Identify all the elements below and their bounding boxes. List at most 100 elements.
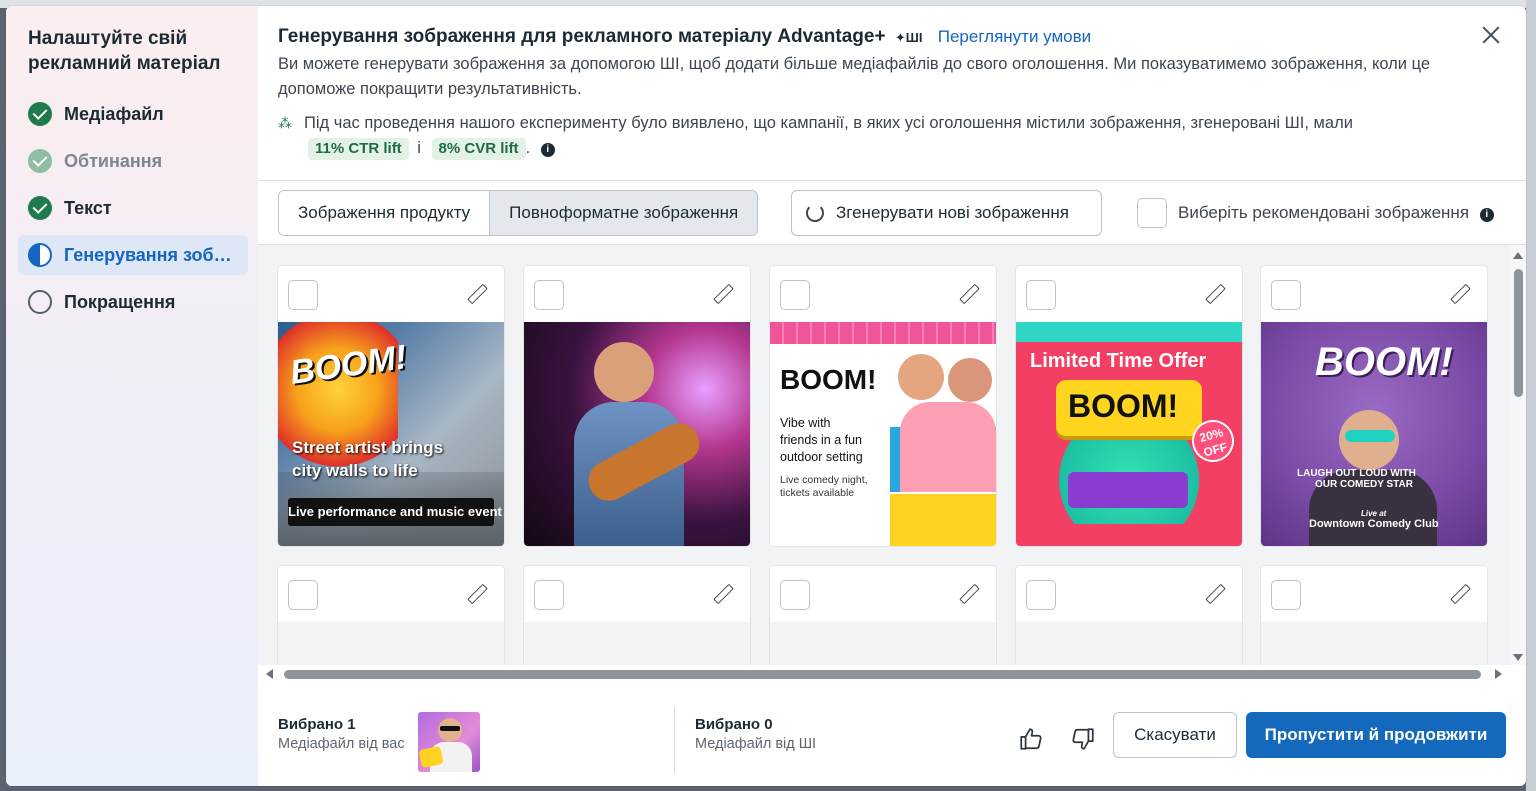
- step-generate-image[interactable]: Генерування зоб…: [18, 235, 248, 275]
- scroll-down-icon[interactable]: [1513, 654, 1523, 661]
- select-checkbox[interactable]: [780, 580, 810, 610]
- conjunction: і: [417, 139, 421, 157]
- empty-circle-icon: [28, 290, 52, 314]
- selected-own-title: Вибрано 1: [278, 716, 356, 733]
- description: Ви можете генерувати зображення за допом…: [278, 55, 1431, 98]
- experiment-text: Під час проведення нашого експерименту б…: [304, 114, 1353, 132]
- image-card[interactable]: [524, 566, 750, 665]
- cancel-button[interactable]: Скасувати: [1113, 712, 1237, 758]
- tab-product-image[interactable]: Зображення продукту: [279, 191, 490, 235]
- generate-new-images-button[interactable]: Згенерувати нові зображення: [791, 190, 1102, 236]
- main-panel: Генерування зображення для рекламного ма…: [258, 6, 1526, 786]
- skip-and-continue-button[interactable]: Пропустити й продовжити: [1246, 712, 1506, 758]
- info-icon[interactable]: i: [1479, 208, 1494, 222]
- image-headline: BOOM!: [780, 364, 877, 395]
- card-header: [770, 266, 996, 322]
- pencil-icon[interactable]: [712, 584, 732, 604]
- pencil-icon[interactable]: [466, 584, 486, 604]
- image-placeholder: [1261, 622, 1487, 665]
- horizontal-scrollbar[interactable]: [264, 667, 1504, 681]
- select-checkbox[interactable]: [1271, 580, 1301, 610]
- thumbs-up-icon[interactable]: [1018, 726, 1044, 752]
- info-icon[interactable]: i: [540, 143, 555, 157]
- pencil-icon[interactable]: [958, 284, 978, 304]
- ai-mark-label: ШІ: [905, 30, 923, 45]
- pencil-icon[interactable]: [1204, 584, 1224, 604]
- modal-dialog: Налаштуйте свій рекламний матеріал Медіа…: [6, 6, 1526, 786]
- card-header: [1016, 566, 1242, 622]
- scroll-right-icon[interactable]: [1495, 669, 1502, 679]
- scroll-up-icon[interactable]: [1513, 252, 1523, 259]
- yellow-block: [890, 494, 996, 546]
- pencil-icon[interactable]: [466, 284, 486, 304]
- experiment-note: ⁂ Під час проведення нашого експерименту …: [278, 111, 1478, 161]
- footer: Вибрано 1 Медіафайл від вас Вибрано 0 Ме…: [258, 686, 1526, 786]
- selected-ai-summary: Вибрано 0 Медіафайл від ШІ: [695, 716, 816, 752]
- step-enhance[interactable]: Покращення: [18, 282, 248, 322]
- step-label: Медіафайл: [64, 103, 164, 124]
- pencil-icon[interactable]: [1449, 284, 1469, 304]
- step-label: Покращення: [64, 291, 176, 312]
- card-header: [1261, 266, 1487, 322]
- recommended-label: Виберіть рекомендовані зображення i: [1178, 203, 1494, 223]
- divider: [674, 708, 675, 772]
- ctr-lift-badge: 11% CTR lift: [308, 138, 409, 160]
- people-bodies: [900, 402, 996, 492]
- image-card[interactable]: BOOM! LAUGH OUT LOUD WITH OUR COMEDY STA…: [1261, 266, 1487, 546]
- select-checkbox[interactable]: [1026, 580, 1056, 610]
- view-terms-link[interactable]: Переглянути умови: [938, 27, 1091, 46]
- image-text: Street artist brings: [292, 438, 444, 457]
- image-card[interactable]: [1016, 566, 1242, 665]
- pencil-icon[interactable]: [712, 284, 732, 304]
- image-text: Vibe with: [780, 416, 831, 430]
- recommended-checkbox[interactable]: [1137, 198, 1167, 228]
- vertical-scrollbar[interactable]: [1510, 245, 1526, 665]
- image-placeholder: [770, 622, 996, 665]
- selected-own-summary: Вибрано 1 Медіафайл від вас: [278, 716, 405, 752]
- select-checkbox[interactable]: [534, 580, 564, 610]
- scroll-thumb[interactable]: [1514, 269, 1523, 397]
- pencil-icon[interactable]: [1449, 584, 1469, 604]
- image-card[interactable]: [278, 566, 504, 665]
- image-card[interactable]: BOOM! Street artist brings city walls to…: [278, 266, 504, 546]
- close-icon[interactable]: [1480, 24, 1502, 46]
- image-card[interactable]: [770, 566, 996, 665]
- image-card[interactable]: [1261, 566, 1487, 665]
- select-checkbox[interactable]: [288, 280, 318, 310]
- step-crop[interactable]: Обтинання: [18, 141, 248, 181]
- thumbs-down-icon[interactable]: [1070, 726, 1096, 752]
- image-text: city walls to life: [292, 461, 418, 480]
- image-card[interactable]: Limited Time Offer BOOM! 20% OFF: [1016, 266, 1242, 546]
- select-checkbox[interactable]: [1026, 280, 1056, 310]
- image-card[interactable]: [524, 266, 750, 546]
- scroll-left-icon[interactable]: [266, 669, 273, 679]
- selected-ai-sub: Медіафайл від ШІ: [695, 736, 817, 752]
- image-text: outdoor setting: [780, 450, 863, 464]
- image-text: LAUGH OUT LOUD WITH: [1297, 468, 1416, 479]
- image-card[interactable]: BOOM! Vibe with friends in a fun outdoor…: [770, 266, 996, 546]
- tab-full-format-image[interactable]: Повноформатне зображення: [489, 191, 758, 235]
- step-list: Медіафайл Обтинання Текст Генерування зо…: [18, 94, 248, 329]
- generated-image-comedy: BOOM! LAUGH OUT LOUD WITH OUR COMEDY STA…: [1261, 322, 1487, 546]
- step-text[interactable]: Текст: [18, 188, 248, 228]
- select-checkbox[interactable]: [1271, 280, 1301, 310]
- sidebar: Налаштуйте свій рекламний матеріал Медіа…: [6, 6, 258, 786]
- selected-media-thumbnail[interactable]: [418, 712, 480, 772]
- step-media[interactable]: Медіафайл: [18, 94, 248, 134]
- check-circle-icon: [28, 196, 52, 220]
- select-checkbox[interactable]: [534, 280, 564, 310]
- sunglasses-shape: [1345, 430, 1395, 442]
- card-header: [770, 566, 996, 622]
- image-placeholder: [1016, 622, 1242, 665]
- image-headline: BOOM!: [1315, 340, 1453, 384]
- pencil-icon[interactable]: [1204, 284, 1224, 304]
- ai-sparkle-icon: ✦ШІ: [894, 30, 923, 45]
- select-checkbox[interactable]: [780, 280, 810, 310]
- step-label: Обтинання: [64, 150, 163, 171]
- select-checkbox[interactable]: [288, 580, 318, 610]
- card-header: [1261, 566, 1487, 622]
- scroll-thumb[interactable]: [284, 670, 1481, 679]
- card-header: [524, 566, 750, 622]
- image-text: tickets available: [780, 487, 855, 499]
- pencil-icon[interactable]: [958, 584, 978, 604]
